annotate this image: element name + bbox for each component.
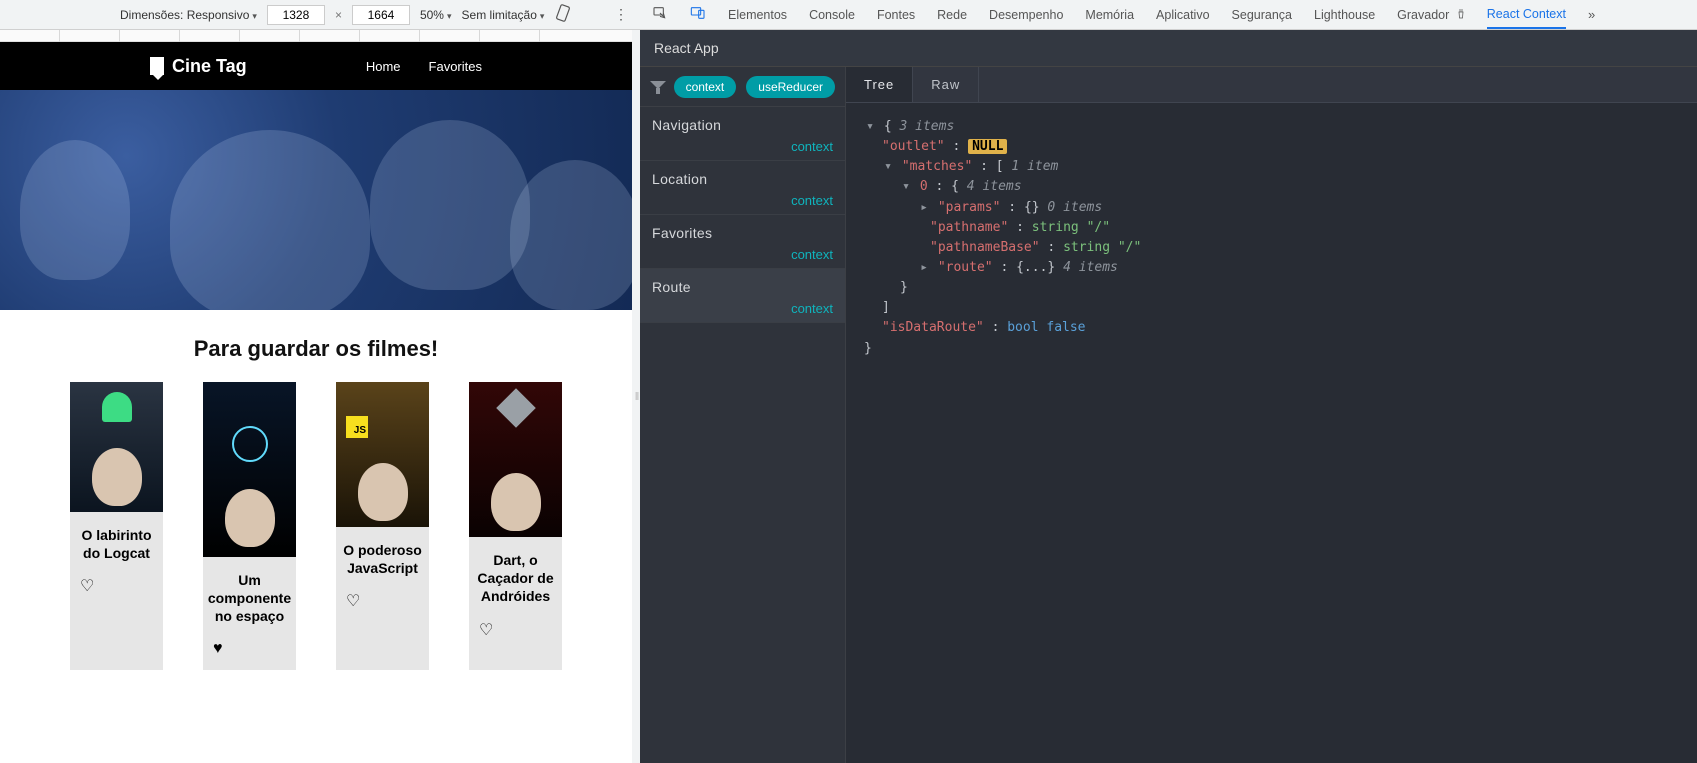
viewport-width-input[interactable]	[267, 5, 325, 25]
card-thumb	[70, 382, 163, 512]
card-thumb: JS	[336, 382, 429, 527]
main-nav: Home Favorites	[366, 59, 482, 74]
heart-icon[interactable]	[203, 634, 296, 670]
heart-icon[interactable]	[70, 570, 163, 608]
tab-fontes[interactable]: Fontes	[877, 8, 915, 22]
viewport-height-input[interactable]	[352, 5, 410, 25]
tab-console[interactable]: Console	[809, 8, 855, 22]
heart-icon[interactable]	[469, 614, 562, 652]
dimensions-dropdown[interactable]: Dimensões: Responsivo	[120, 8, 257, 22]
page-title: Para guardar os filmes!	[0, 310, 632, 382]
preview-app: Cine Tag Home Favorites Para guardar os …	[0, 42, 632, 722]
more-tabs-icon[interactable]: »	[1588, 7, 1595, 22]
context-item-favorites[interactable]: Favorites context	[640, 215, 845, 269]
pill-usereducer[interactable]: useReducer	[746, 76, 835, 98]
logo[interactable]: Cine Tag	[150, 56, 247, 77]
dimensions-x: ×	[335, 8, 342, 22]
dart-icon	[496, 388, 536, 428]
throttle-dropdown[interactable]: Sem limitação	[462, 8, 545, 22]
context-item-navigation[interactable]: Navigation context	[640, 107, 845, 161]
subtab-tree[interactable]: Tree	[846, 67, 913, 102]
tab-react-context[interactable]: React Context	[1487, 7, 1566, 29]
movie-card[interactable]: O labirinto do Logcat	[70, 382, 163, 670]
panel-title: React App	[640, 30, 1697, 67]
movie-card[interactable]: JS O poderoso JavaScript	[336, 382, 429, 670]
android-icon	[102, 392, 132, 422]
context-item-name: Location	[652, 171, 833, 187]
pill-context[interactable]: context	[674, 76, 737, 98]
more-options-icon[interactable]: ⋮	[614, 6, 628, 23]
nav-home[interactable]: Home	[366, 59, 401, 74]
context-item-name: Route	[652, 279, 833, 295]
ruler	[0, 30, 632, 42]
context-item-location[interactable]: Location context	[640, 161, 845, 215]
context-item-name: Navigation	[652, 117, 833, 133]
heart-icon[interactable]	[336, 585, 429, 623]
zoom-dropdown[interactable]: 50%	[420, 8, 452, 22]
nav-favorites[interactable]: Favorites	[429, 59, 482, 74]
tab-memoria[interactable]: Memória	[1085, 8, 1134, 22]
split-handle[interactable]: ‖	[632, 30, 640, 763]
movie-card[interactable]: Dart, o Caçador de Andróides	[469, 382, 562, 670]
context-item-type: context	[652, 247, 833, 262]
inspect-icon[interactable]	[652, 5, 668, 24]
logo-text: Cine Tag	[172, 56, 247, 77]
tab-desempenho[interactable]: Desempenho	[989, 8, 1063, 22]
card-thumb	[203, 382, 296, 557]
card-title: Um componente no espaço	[203, 557, 296, 634]
js-icon: JS	[346, 416, 368, 438]
bookmark-icon	[150, 57, 164, 75]
card-title: O poderoso JavaScript	[336, 527, 429, 585]
react-context-panel: React App context useReducer Navigation …	[640, 30, 1697, 763]
tree-view[interactable]: ▾ { 3 items "outlet" : NULL ▾ "matches" …	[846, 103, 1697, 763]
context-item-route[interactable]: Route context	[640, 269, 845, 323]
subtab-raw[interactable]: Raw	[913, 67, 979, 102]
tab-rede[interactable]: Rede	[937, 8, 967, 22]
tab-aplicativo[interactable]: Aplicativo	[1156, 8, 1210, 22]
tab-elementos[interactable]: Elementos	[728, 8, 787, 22]
movie-card[interactable]: Um componente no espaço	[203, 382, 296, 670]
rotate-icon[interactable]	[554, 4, 572, 25]
card-title: Dart, o Caçador de Andróides	[469, 537, 562, 614]
react-icon	[232, 426, 268, 462]
tab-lighthouse[interactable]: Lighthouse	[1314, 8, 1375, 22]
card-thumb	[469, 382, 562, 537]
tab-seguranca[interactable]: Segurança	[1232, 8, 1292, 22]
hero-banner	[0, 90, 632, 310]
context-item-type: context	[652, 139, 833, 154]
context-item-name: Favorites	[652, 225, 833, 241]
context-item-type: context	[652, 301, 833, 316]
context-item-type: context	[652, 193, 833, 208]
card-title: O labirinto do Logcat	[70, 512, 163, 570]
context-sidebar: context useReducer Navigation context Lo…	[640, 67, 846, 763]
filter-icon[interactable]	[650, 81, 664, 93]
app-header: Cine Tag Home Favorites	[0, 42, 632, 90]
device-preview-pane: Cine Tag Home Favorites Para guardar os …	[0, 30, 632, 763]
devtools-toolbar: Dimensões: Responsivo × 50% Sem limitaçã…	[0, 0, 1697, 30]
device-toggle-icon[interactable]	[690, 5, 706, 24]
cards-row: O labirinto do Logcat Um componente no e…	[0, 382, 632, 710]
tab-gravador[interactable]: Gravador	[1397, 7, 1465, 22]
